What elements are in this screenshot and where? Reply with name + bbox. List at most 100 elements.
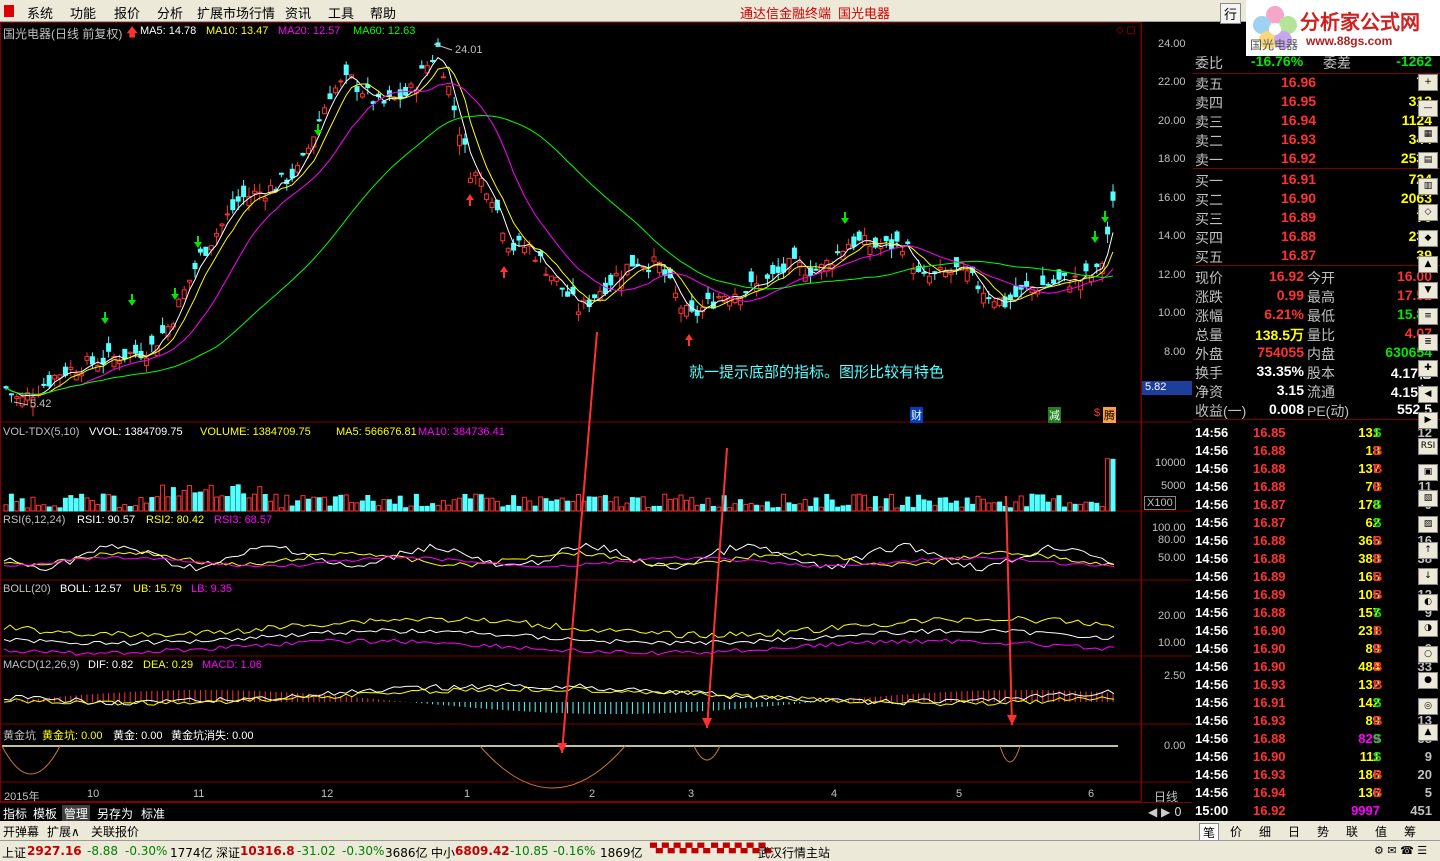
gold-pit-indicator-name[interactable]: 黄金坑 [3,727,36,743]
buy-level-row[interactable]: 买二 16.90 2063 [1193,189,1440,208]
side-tool-button[interactable]: ▣ [1418,464,1438,481]
related-quote-button[interactable]: 关联报价 [91,823,139,840]
tab-save-as[interactable]: 另存为 [97,805,133,822]
side-tool-button[interactable]: ▧ [1418,490,1438,507]
stat-row[interactable]: 外盘 754055 内盘 630654 [1193,343,1440,362]
tick-row[interactable]: 14:5616.93132B15 [1193,676,1440,694]
tick-row[interactable]: 14:5616.89105B12 [1193,586,1440,604]
side-tool-button[interactable]: ▼ [1418,282,1438,299]
scroll-controls[interactable]: ◀ ▶ 0 [1148,805,1182,819]
menu-item-quote[interactable]: 报价 [114,3,140,22]
stat-row[interactable]: 现价 16.92 今开 16.00 [1193,267,1440,286]
tick-row[interactable]: 14:56 16.85 131 S 12 [1193,424,1440,442]
tab-template[interactable]: 模板 [33,805,57,822]
buy-level-row[interactable]: 买三16.8970 [1193,208,1440,227]
stat-row[interactable]: 净资 3.15 流通 4.15亿 [1193,381,1440,400]
buy-level-row[interactable]: 买五 16.87 39 [1193,246,1440,265]
tick-row[interactable]: 14:5616.91142S6 [1193,694,1440,712]
tick-row[interactable]: 14:5616.88388B38 [1193,550,1440,568]
tick-row[interactable]: 14:56 16.93 186 B 20 [1193,766,1440,784]
tick-row[interactable]: 14:56 16.90 484 B 33 [1193,658,1440,676]
side-tool-button[interactable]: ▨ [1418,516,1438,533]
event-marker-reduce[interactable]: 减 [1048,407,1061,423]
side-tool-button[interactable]: ↑ [1418,542,1438,559]
stat-row[interactable]: 换手 33.35% 股本 4.17亿 [1193,362,1440,381]
tab-standard[interactable]: 标准 [141,805,165,822]
side-tool-button[interactable]: + [1418,74,1438,91]
menu-item-help[interactable]: 帮助 [370,3,396,22]
sell-level-row[interactable]: 卖五16.9678 [1193,73,1440,92]
side-tool-button[interactable]: — [1418,100,1438,117]
tab-chips[interactable]: 筹 [1404,823,1416,840]
tick-row[interactable]: 14:56 16.88 157 S 9 [1193,604,1440,622]
sell-level-row[interactable]: 卖三 16.94 1124 [1193,111,1440,130]
side-tool-button[interactable]: ◇ [1418,204,1438,221]
tick-row[interactable]: 14:5616.88829S58 [1193,730,1440,748]
vol-indicator-name[interactable]: VOL-TDX(5,10) [3,426,79,438]
sh-index-label[interactable]: 上证 [2,844,26,861]
side-tool-button[interactable]: ◆ [1418,230,1438,247]
tick-row[interactable]: 14:5616.90231B25 [1193,622,1440,640]
sme-index-label[interactable]: 中小 [431,844,455,861]
side-tool-button[interactable]: ≣ [1418,334,1438,351]
side-tool-button[interactable]: ▤ [1418,152,1438,169]
tick-row[interactable]: 14:5616.8762S10 [1193,514,1440,532]
side-tool-button[interactable]: ● [1418,672,1438,689]
tab-value[interactable]: 值 [1375,823,1387,840]
side-tool-button[interactable]: ▶ [1418,412,1438,429]
macd-indicator-name[interactable]: MACD(12,26,9) [3,659,79,671]
side-tool-button[interactable]: ◐ [1418,594,1438,611]
rsi-indicator-name[interactable]: RSI(6,12,24) [3,514,65,526]
menu-item-extended-market[interactable]: 扩展市场行情 [197,3,275,22]
tab-link[interactable]: 联 [1346,823,1358,840]
side-tool-button[interactable]: ≡ [1418,308,1438,325]
side-tool-button[interactable]: ◀ [1418,386,1438,403]
side-tool-button[interactable]: ▥ [1418,178,1438,195]
tick-row[interactable]: 14:56 16.90 111 S 9 [1193,748,1440,766]
chart-canvas[interactable] [0,22,1192,802]
stat-row[interactable]: 涨跌 0.99 最高 17.52 [1193,286,1440,305]
side-tool-button[interactable]: ◎ [1418,698,1438,715]
tab-manage[interactable]: 管理 [62,805,91,822]
side-tool-button[interactable]: ▦ [1418,126,1438,143]
side-tool-button[interactable]: ▲ [1418,724,1438,741]
menu-item-system[interactable]: 系统 [27,3,53,22]
server-name[interactable]: 武汉行情主站 [758,844,830,861]
tick-row[interactable]: 14:56 16.88 70 B 11 [1193,478,1440,496]
side-tool-button[interactable]: ↓ [1418,568,1438,585]
tick-row[interactable]: 14:5616.87178S9 [1193,496,1440,514]
boll-indicator-name[interactable]: BOLL(20) [3,583,51,595]
tick-row[interactable]: 14:5616.88137B6 [1193,460,1440,478]
event-marker-dollar[interactable]: $ [1094,407,1100,419]
kline-chart-area[interactable]: 国光电器(日线 前复权) 🡅 MA5: 14.78 MA10: 13.47 MA… [0,22,1192,804]
tab-price[interactable]: 价 [1230,823,1242,840]
stat-row[interactable]: 涨幅 6.21% 最低 15.88 [1193,305,1440,324]
sell-level-row[interactable]: 卖一 16.92 2537 [1193,149,1440,168]
tick-row[interactable]: 14:56 16.93 89 B 13 [1193,712,1440,730]
tick-row[interactable]: 14:5616.8818B4 [1193,442,1440,460]
chart-window-controls[interactable]: ◇ ▢ [1116,25,1136,36]
menu-item-tools[interactable]: 工具 [328,3,354,22]
tab-detail[interactable]: 细 [1259,823,1271,840]
tick-row[interactable]: 14:56 16.88 365 B 16 [1193,532,1440,550]
side-tool-button[interactable]: ◑ [1418,620,1438,637]
menu-item-analysis[interactable]: 分析 [157,3,183,22]
extend-button[interactable]: 扩展∧ [47,823,80,840]
event-marker-finance[interactable]: 财 [910,407,923,423]
status-icons[interactable]: ⚙ ✉ ☎ ☰ [1374,844,1427,857]
side-tool-button[interactable]: ○ [1418,646,1438,663]
menu-item-function[interactable]: 功能 [70,3,96,22]
tick-row[interactable]: 14:5616.9089B9 [1193,640,1440,658]
tick-row[interactable]: 14:56 16.94 136 B 5 [1193,784,1440,802]
side-tool-button[interactable]: RSI [1418,438,1438,455]
buy-level-row[interactable]: 买一16.91724 [1193,170,1440,189]
menu-item-info[interactable]: 资讯 [285,3,311,22]
tab-indicator[interactable]: 指标 [3,805,27,822]
tab-trend[interactable]: 势 [1317,823,1329,840]
stat-row[interactable]: 总量 138.5万 量比 4.07 [1193,324,1440,343]
tick-row[interactable]: 14:5616.89165B11 [1193,568,1440,586]
tab-day[interactable]: 日 [1288,823,1300,840]
app-icon[interactable] [4,5,14,17]
danmaku-button[interactable]: 开弹幕 [3,823,39,840]
stat-row[interactable]: 收益(一) 0.008 PE(动) 552.5 [1193,400,1440,419]
